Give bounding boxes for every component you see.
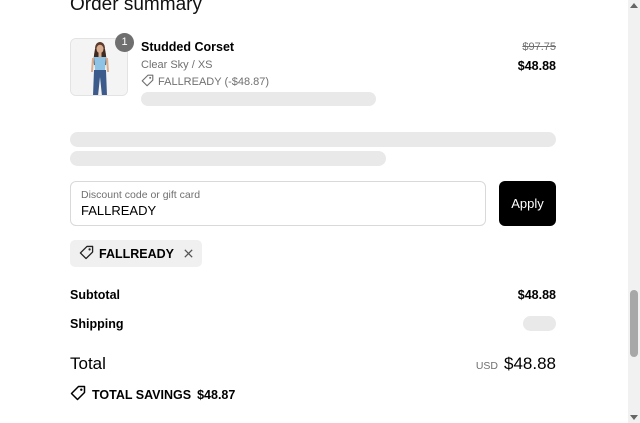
discount-code-input[interactable] xyxy=(81,203,461,218)
total-value-group: USD $48.88 xyxy=(476,354,556,374)
product-variant: Clear Sky / XS xyxy=(141,59,213,71)
total-value: $48.88 xyxy=(504,354,556,373)
discount-code-placeholder: Discount code or gift card xyxy=(81,189,201,201)
close-icon[interactable] xyxy=(183,246,194,262)
tag-icon xyxy=(141,74,154,90)
product-price: $48.88 xyxy=(517,59,556,73)
applied-discount-code: FALLREADY xyxy=(99,246,174,261)
shipping-loading-placeholder xyxy=(523,316,556,331)
total-savings-value: $48.87 xyxy=(197,387,236,402)
apply-button[interactable]: Apply xyxy=(499,181,556,226)
total-label: Total xyxy=(70,354,106,373)
scroll-down-arrow-icon[interactable] xyxy=(630,415,638,420)
product-discount-label: FALLREADY (-$48.87) xyxy=(158,76,270,88)
product-discount: FALLREADY (-$48.87) xyxy=(141,74,269,90)
product-name: Studded Corset xyxy=(141,40,235,54)
tag-icon xyxy=(79,245,94,263)
total-savings: TOTAL SAVINGS $48.87 xyxy=(70,385,235,404)
scrollbar-thumb[interactable] xyxy=(630,290,638,357)
subtotal-value: $48.88 xyxy=(517,288,556,302)
original-price: $97.75 xyxy=(522,41,556,53)
scrollbar[interactable] xyxy=(628,0,640,423)
scroll-up-arrow-icon[interactable] xyxy=(630,3,638,8)
quantity-badge: 1 xyxy=(115,33,134,52)
order-summary-heading: Order summary xyxy=(70,0,202,15)
discount-code-field[interactable]: Discount code or gift card xyxy=(70,181,486,226)
total-savings-label: TOTAL SAVINGS xyxy=(92,387,192,402)
shipping-label: Shipping xyxy=(70,317,124,331)
applied-discount-chip: FALLREADY xyxy=(70,240,202,267)
currency-code: USD xyxy=(475,360,498,372)
subtotal-label: Subtotal xyxy=(70,288,120,302)
loading-placeholder xyxy=(70,132,556,147)
loading-placeholder xyxy=(141,92,376,106)
tag-icon xyxy=(70,385,86,404)
loading-placeholder xyxy=(70,151,386,166)
